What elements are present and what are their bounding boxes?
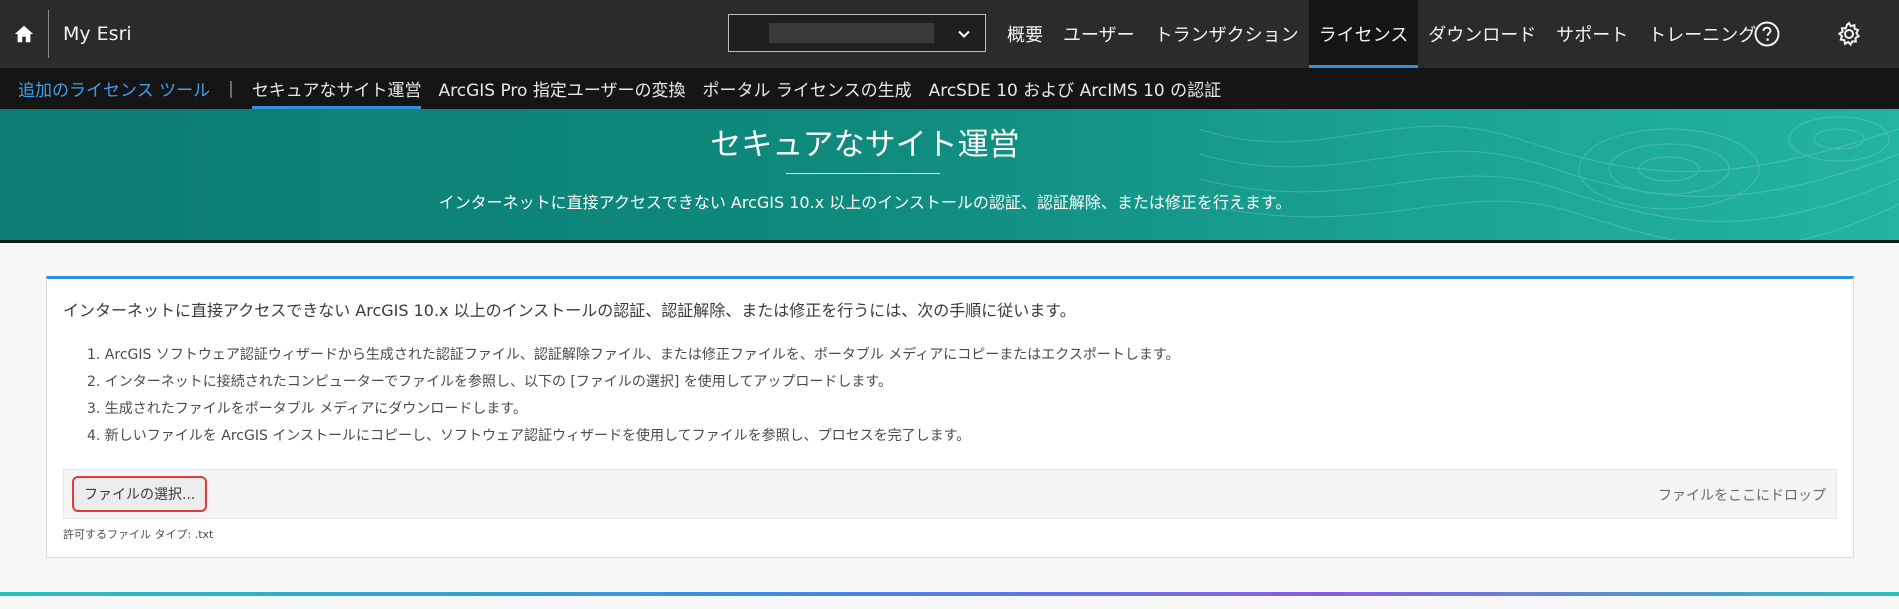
help-circle-icon <box>1754 21 1780 47</box>
subnav-separator: | <box>228 78 234 99</box>
chevron-down-icon <box>957 26 971 40</box>
title-divider <box>786 173 940 174</box>
nav-licenses[interactable]: ライセンス <box>1308 0 1419 68</box>
secure-site-card: インターネットに直接アクセスできない ArcGIS 10.x 以上のインストール… <box>46 276 1854 558</box>
subnav-arcgis-pro-named-user-conversion[interactable]: ArcGIS Pro 指定ユーザーの変換 <box>438 68 685 109</box>
subnav-secure-site-operations[interactable]: セキュアなサイト運営 <box>251 68 422 109</box>
home-icon <box>14 25 34 43</box>
page-subtitle: インターネットに直接アクセスできない ArcGIS 10.x 以上のインストール… <box>438 193 1292 212</box>
instruction-step: 4. 新しいファイルを ArcGIS インストールにコピーし、ソフトウェア認証ウ… <box>87 428 971 444</box>
organization-name-redacted <box>769 23 934 43</box>
allowed-file-types: 許可するファイル タイプ: .txt <box>63 528 214 541</box>
settings-button[interactable] <box>1832 17 1866 51</box>
nav-transactions[interactable]: トランザクション <box>1145 0 1309 68</box>
choose-file-button[interactable]: ファイルの選択... <box>72 476 208 512</box>
top-navigation-bar: My Esri 概要 ユーザー トランザクション ライセンス ダウンロード サポ… <box>0 0 1899 68</box>
instructions-intro: インターネットに直接アクセスできない ArcGIS 10.x 以上のインストール… <box>63 301 1076 320</box>
organization-select[interactable] <box>728 14 986 52</box>
subnav-generate-portal-license[interactable]: ポータル ライセンスの生成 <box>703 68 912 109</box>
brand-link[interactable]: My Esri <box>63 23 132 45</box>
drop-hint: ファイルをここにドロップ <box>1658 488 1826 504</box>
instruction-step: 3. 生成されたファイルをポータブル メディアにダウンロードします。 <box>87 401 527 417</box>
page-title: セキュアなサイト運営 <box>710 127 1020 163</box>
license-tools-subnav: 追加のライセンス ツール | セキュアなサイト運営 ArcGIS Pro 指定ユ… <box>0 68 1899 109</box>
footer-area <box>0 596 1899 609</box>
instruction-steps: 1. ArcGIS ソフトウェア認証ウィザードから生成された認証ファイル、認証解… <box>87 342 1180 450</box>
page-hero-banner: セキュアなサイト運営 インターネットに直接アクセスできない ArcGIS 10.… <box>0 109 1899 240</box>
nav-support[interactable]: サポート <box>1546 0 1638 68</box>
additional-license-tools-link[interactable]: 追加のライセンス ツール <box>18 76 210 101</box>
help-button[interactable] <box>1750 17 1784 51</box>
subnav-arcsde-arcims-authorization[interactable]: ArcSDE 10 および ArcIMS 10 の認証 <box>929 68 1222 109</box>
instruction-step: 1. ArcGIS ソフトウェア認証ウィザードから生成された認証ファイル、認証解… <box>87 347 1180 363</box>
gear-icon <box>1837 21 1861 47</box>
nav-users[interactable]: ユーザー <box>1053 0 1145 68</box>
home-button[interactable] <box>0 0 48 68</box>
file-drop-zone[interactable]: ファイルの選択... ファイルをここにドロップ <box>63 469 1837 519</box>
nav-downloads[interactable]: ダウンロード <box>1418 0 1546 68</box>
brand-divider <box>48 10 49 58</box>
instruction-step: 2. インターネットに接続されたコンピューターでファイルを参照し、以下の [ファ… <box>87 374 892 390</box>
nav-overview[interactable]: 概要 <box>997 0 1053 68</box>
nav-training[interactable]: トレーニング <box>1638 0 1766 68</box>
main-nav: 概要 ユーザー トランザクション ライセンス ダウンロード サポート トレーニン… <box>997 0 1766 68</box>
